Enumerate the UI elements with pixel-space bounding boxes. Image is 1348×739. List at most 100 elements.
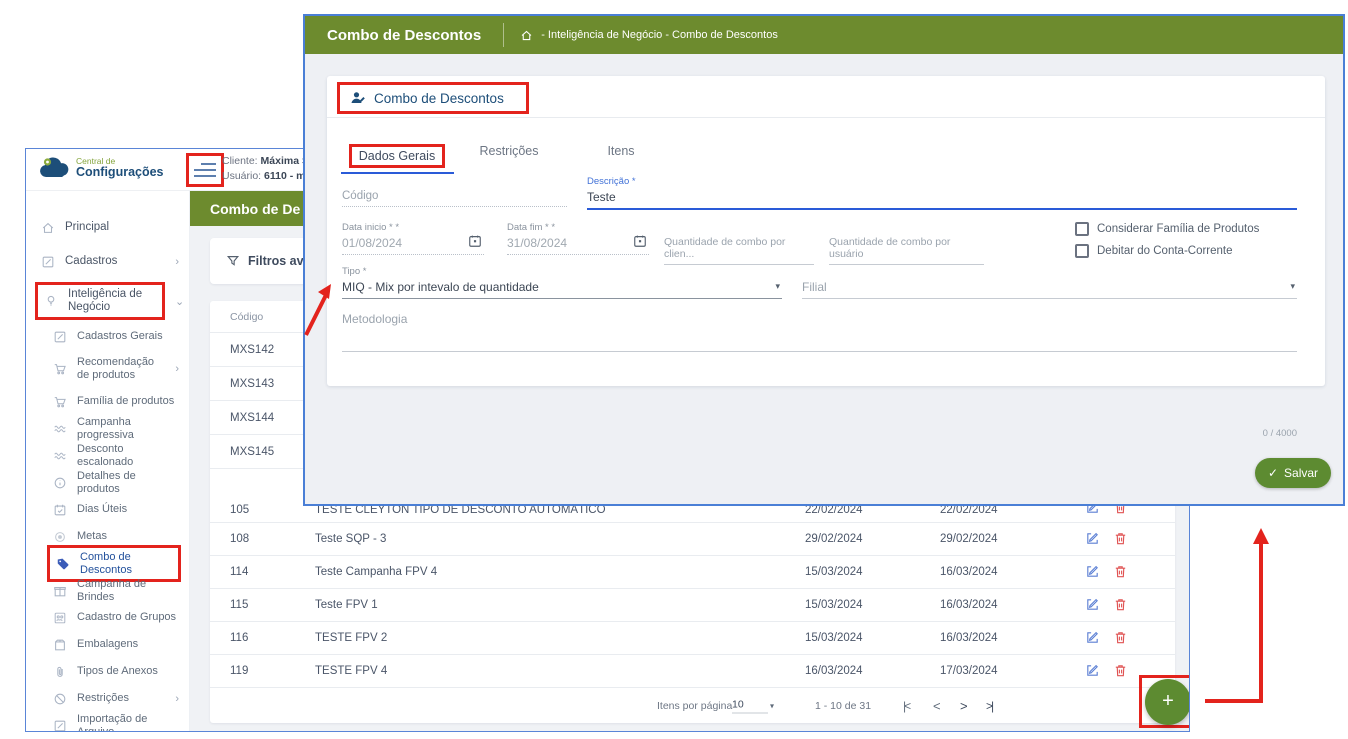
add-button[interactable]: +	[1145, 679, 1189, 725]
filters-label: Filtros av	[248, 254, 304, 268]
sidebar-item-cadastro-de-grupos[interactable]: Cadastro de Grupos	[26, 604, 189, 631]
next-page-button[interactable]: >	[960, 698, 968, 713]
qtd-combo-usuario-field[interactable]: Quantidade de combo por usuário	[829, 236, 984, 265]
delete-icon[interactable]	[1113, 663, 1129, 679]
table-row[interactable]: 114 Teste Campanha FPV 4 15/03/2024 16/0…	[210, 556, 1175, 589]
sidebar-item-importacao-de-arquivo[interactable]: Importação de Arquivo	[26, 712, 189, 731]
sidebar-item-combo-de-descontos[interactable]: Combo de Descontos	[26, 550, 189, 577]
row-end-date: 16/03/2024	[940, 566, 998, 578]
row-desc: Teste Campanha FPV 4	[315, 566, 437, 578]
row-start-date: 15/03/2024	[805, 566, 863, 578]
target-icon	[52, 529, 67, 544]
sidebar-item-dias-uteis[interactable]: Dias Úteis	[26, 496, 189, 523]
sidebar-item-recomendacao-de-produtos[interactable]: Recomendação de produtos ›	[26, 350, 189, 388]
paperclip-icon	[52, 664, 67, 679]
tipo-select[interactable]: Tipo * MIQ - Mix por intevalo de quantid…	[342, 266, 782, 299]
previous-page-button[interactable]: <	[933, 698, 941, 713]
tab-restricoes[interactable]: Restrições	[453, 140, 565, 172]
edit-icon[interactable]	[1085, 663, 1101, 679]
sidebar-item-tipos-de-anexos[interactable]: Tipos de Anexos	[26, 658, 189, 685]
table-row[interactable]: 119 TESTE FPV 4 16/03/2024 17/03/2024	[210, 655, 1175, 688]
sidebar-item-label: Inteligência de Negócio	[68, 288, 154, 314]
table-row[interactable]: 108 Teste SQP - 3 29/02/2024 29/02/2024	[210, 523, 1175, 556]
sidebar-item-label: Cadastros	[65, 255, 165, 268]
cart-icon	[52, 362, 67, 377]
groups-icon	[52, 610, 67, 625]
sidebar-item-label: Detalhes de produtos	[77, 470, 181, 495]
sidebar-item-label: Embalagens	[77, 638, 181, 651]
first-page-button[interactable]: |<	[903, 699, 909, 713]
qtd-combo-cliente-field[interactable]: Quantidade de combo por clien...	[664, 236, 814, 265]
waves-icon	[52, 448, 67, 463]
considerar-familia-checkbox[interactable]	[1075, 222, 1089, 236]
table-row[interactable]: 115 Teste FPV 1 15/03/2024 16/03/2024	[210, 589, 1175, 622]
dados-gerais-annotation-box: Dados Gerais	[349, 144, 445, 168]
edit-icon[interactable]	[1085, 630, 1101, 646]
form-card: Combo de Descontos Dados Gerais Restriçõ…	[327, 76, 1325, 386]
delete-icon[interactable]	[1113, 564, 1129, 580]
info-icon	[52, 475, 67, 490]
last-page-button[interactable]: >|	[986, 699, 992, 713]
sidebar-item-cadastros[interactable]: Cadastros ›	[26, 245, 189, 279]
app-logo: Central de Configurações	[38, 157, 164, 179]
arrow-to-add-button	[1205, 542, 1261, 701]
waves-icon	[52, 421, 67, 436]
pagination-range: 1 - 10 de 31	[815, 700, 871, 712]
select-arrow-icon[interactable]: ▾	[770, 701, 774, 710]
edit-icon[interactable]	[1085, 597, 1101, 613]
column-header-codigo: Código	[230, 311, 263, 323]
data-fim-field[interactable]: Data fim * * 31/08/2024	[507, 222, 649, 255]
sidebar-item-restricoes[interactable]: Restrições ›	[26, 685, 189, 712]
save-button[interactable]: ✓ Salvar	[1255, 458, 1331, 488]
tab-label: Itens	[607, 144, 634, 158]
row-code: MXS142	[230, 344, 274, 356]
hamburger-menu-icon[interactable]	[194, 159, 216, 181]
sidebar-item-familia-de-produtos[interactable]: Família de produtos	[26, 388, 189, 415]
considerar-familia-label: Considerar Família de Produtos	[1097, 223, 1259, 235]
edit-icon[interactable]	[1085, 531, 1101, 547]
delete-icon[interactable]	[1113, 531, 1129, 547]
card-title: Combo de Descontos	[374, 91, 504, 106]
delete-icon[interactable]	[1113, 597, 1129, 613]
sidebar-item-embalagens[interactable]: Embalagens	[26, 631, 189, 658]
sidebar-item-label: Importação de Arquivo	[77, 713, 181, 731]
tab-itens[interactable]: Itens	[565, 140, 677, 172]
client-label: Cliente:	[222, 155, 258, 167]
card-title-annotation-box: Combo de Descontos	[337, 82, 529, 114]
metodologia-field[interactable]: Metodologia	[342, 312, 1297, 352]
active-tab-indicator	[341, 172, 454, 174]
row-start-date: 29/02/2024	[805, 533, 863, 545]
codigo-field[interactable]: Código	[342, 190, 567, 207]
debitar-conta-checkbox[interactable]	[1075, 244, 1089, 258]
row-code: 108	[230, 533, 249, 545]
hamburger-annotation-box	[186, 153, 224, 187]
sidebar-item-inteligencia-de-negocio[interactable]: Inteligência de Negócio ⌄	[26, 279, 189, 323]
items-per-page-select[interactable]: 10	[732, 698, 768, 713]
sidebar-item-desconto-escalonado[interactable]: Desconto escalonado	[26, 442, 189, 469]
data-fim-label: Data fim * *	[507, 222, 649, 233]
sidebar-item-label: Principal	[65, 221, 181, 234]
lightbulb-icon	[43, 294, 58, 309]
filial-placeholder: Filial	[802, 280, 1297, 294]
descricao-field[interactable]: Descrição * Teste	[587, 176, 1297, 210]
sidebar-item-cadastros-gerais[interactable]: Cadastros Gerais	[26, 323, 189, 350]
card-header: Combo de Descontos	[327, 76, 1325, 118]
sidebar-item-campanha-progressiva[interactable]: Campanha progressiva	[26, 415, 189, 442]
cart-icon	[52, 394, 67, 409]
calendar-icon[interactable]	[633, 234, 647, 248]
row-start-date: 15/03/2024	[805, 632, 863, 644]
tab-dados-gerais[interactable]: Dados Gerais	[341, 140, 453, 172]
data-inicio-field[interactable]: Data inicio * * 01/08/2024	[342, 222, 484, 255]
chevron-right-icon: ›	[175, 693, 179, 705]
descricao-label: Descrição *	[587, 176, 1297, 187]
sidebar-item-detalhes-de-produtos[interactable]: Detalhes de produtos	[26, 469, 189, 496]
table-row[interactable]: 116 TESTE FPV 2 15/03/2024 16/03/2024	[210, 622, 1175, 655]
sidebar-item-principal[interactable]: Principal	[26, 211, 189, 245]
inteligencia-annotation-box: Inteligência de Negócio	[35, 282, 165, 320]
tab-label: Restrições	[479, 144, 538, 158]
edit-icon[interactable]	[1085, 564, 1101, 580]
calendar-icon[interactable]	[468, 234, 482, 248]
filial-select[interactable]: Filial ▾	[802, 280, 1297, 299]
data-fim-value: 31/08/2024	[507, 236, 649, 250]
delete-icon[interactable]	[1113, 630, 1129, 646]
